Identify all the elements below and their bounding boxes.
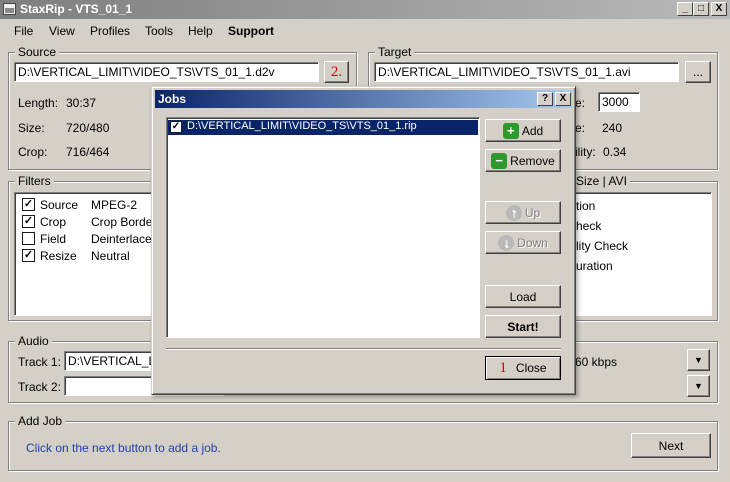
menu-view[interactable]: View	[49, 24, 75, 38]
jobs-list[interactable]	[166, 117, 480, 338]
source-path-input[interactable]: D:\VERTICAL_LIMIT\VIDEO_TS\VTS_01_1.d2v	[14, 62, 319, 82]
title-bar: StaxRip - VTS_01_1 _ □ X	[0, 0, 730, 19]
track1-bitrate: 60 kbps	[575, 355, 618, 369]
filter-checkbox[interactable]	[22, 232, 35, 245]
filter-checkbox[interactable]: ✓	[22, 215, 35, 228]
dialog-divider	[166, 348, 561, 350]
menu-support[interactable]: Support	[228, 24, 274, 38]
dialog-close-x-button[interactable]: X	[555, 92, 571, 106]
arrow-up-icon: ↑	[505, 204, 522, 221]
size-avi-group-label: Size | AVI	[573, 174, 630, 188]
down-label: Down	[517, 235, 548, 250]
filter-checkbox[interactable]: ✓	[22, 198, 35, 211]
length-value: 30:37	[66, 96, 97, 110]
add-icon: +	[502, 122, 519, 139]
help-button[interactable]: ?	[537, 92, 553, 106]
option-item[interactable]: heck	[576, 219, 601, 233]
option-item[interactable]: uration	[576, 259, 613, 273]
menu-profiles[interactable]: Profiles	[90, 24, 130, 38]
start-button[interactable]: Start!	[485, 315, 561, 338]
quality-value: 0.34	[603, 145, 627, 159]
remove-icon: −	[491, 152, 508, 169]
job-path: D:\VERTICAL_LIMIT\VIDEO_TS\VTS_01_1.rip	[187, 120, 417, 132]
dialog-close-button[interactable]: 1 Close	[485, 356, 561, 380]
add-job-button[interactable]: + Add	[485, 119, 561, 142]
remove-job-button[interactable]: − Remove	[485, 149, 561, 172]
maximize-button[interactable]: □	[693, 2, 709, 16]
size-value: 720/480	[66, 121, 110, 135]
bitrate-input[interactable]: 3000	[598, 92, 640, 112]
track2-label: Track 2:	[18, 380, 61, 394]
target-browse-button[interactable]: ...	[685, 61, 711, 83]
audio-group-label: Audio	[15, 334, 52, 348]
target-group-label: Target	[375, 45, 415, 59]
menu-bar: File View Profiles Tools Help Support	[0, 20, 730, 42]
chevron-down-icon: ▼	[694, 381, 703, 391]
size-label: Size:	[18, 121, 45, 135]
add-label: Add	[521, 123, 544, 138]
close-label: Close	[515, 361, 547, 375]
menu-help[interactable]: Help	[188, 24, 213, 38]
source-browse-button[interactable]: 2.	[324, 61, 349, 83]
option-item[interactable]: tion	[576, 199, 595, 213]
target-path-input[interactable]: D:\VERTICAL_LIMIT\VIDEO_TS\VTS_01_1.avi	[374, 62, 679, 82]
remove-label: Remove	[510, 153, 555, 168]
job-checkbox[interactable]: ✓	[170, 121, 182, 133]
next-button[interactable]: Next	[631, 433, 711, 458]
minimize-button[interactable]: _	[677, 2, 693, 16]
chevron-down-icon: ▼	[694, 355, 703, 365]
track2-menu-button[interactable]: ▼	[687, 375, 710, 397]
filter-value: Neutral	[91, 249, 130, 263]
menu-tools[interactable]: Tools	[145, 24, 173, 38]
filter-name: Source	[40, 198, 79, 212]
close-annotation: 1	[499, 359, 507, 376]
filter-name: Field	[40, 232, 67, 246]
addjob-group-label: Add Job	[15, 414, 66, 428]
quality-label: ility:	[575, 145, 596, 159]
crop-label: Crop:	[18, 145, 48, 159]
length-label: Length:	[18, 96, 59, 110]
track1-menu-button[interactable]: ▼	[687, 349, 710, 371]
option-item[interactable]: lity Check	[576, 239, 628, 253]
up-label: Up	[524, 205, 541, 220]
jobs-dialog-title-bar: Jobs ? X	[155, 90, 572, 108]
filter-name: Resize	[40, 249, 77, 263]
filter-name: Crop	[40, 215, 67, 229]
window-title: StaxRip - VTS_01_1	[20, 2, 133, 16]
app-icon	[3, 3, 16, 15]
move-up-button[interactable]: ↑ Up	[485, 201, 561, 224]
filter-value: MPEG-2	[91, 198, 138, 212]
track1-label: Track 1:	[18, 355, 61, 369]
close-button[interactable]: X	[711, 2, 727, 16]
arrow-down-icon: ↓	[498, 234, 515, 251]
move-down-button[interactable]: ↓ Down	[485, 231, 561, 254]
target-size-label: e:	[575, 121, 586, 135]
menu-file[interactable]: File	[14, 24, 33, 38]
filter-value: Deinterlace	[91, 232, 152, 246]
load-button[interactable]: Load	[485, 285, 561, 308]
filters-group-label: Filters	[15, 174, 54, 188]
bitrate-label: e:	[575, 96, 586, 110]
crop-value: 716/464	[66, 145, 110, 159]
addjob-hint: Click on the next button to add a job.	[26, 441, 221, 455]
target-size-value: 240	[602, 121, 623, 135]
source-group-label: Source	[15, 45, 60, 59]
jobs-dialog-title: Jobs	[158, 92, 187, 106]
filter-checkbox[interactable]: ✓	[22, 249, 35, 262]
jobs-dialog: Jobs ? X ✓ D:\VERTICAL_LIMIT\VIDEO_TS\VT…	[151, 86, 576, 395]
